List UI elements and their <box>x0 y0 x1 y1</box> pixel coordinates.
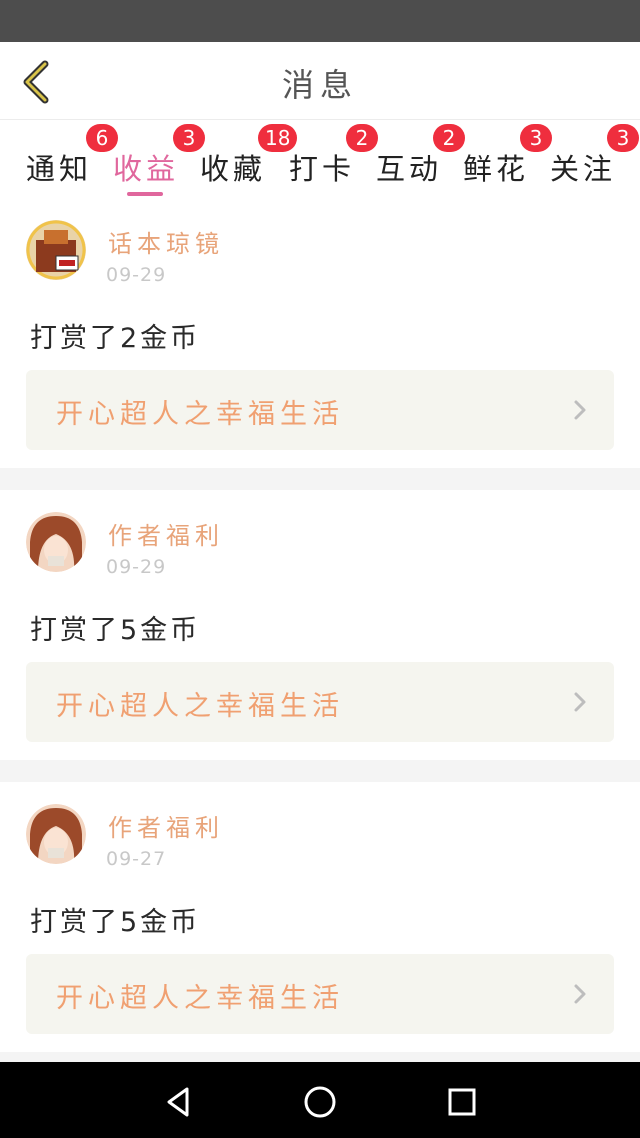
username[interactable]: 作者福利 <box>108 808 224 843</box>
list-item: 作者福利 09-29 打赏了5金币 开心超人之幸福生活 <box>0 490 640 760</box>
tab-label: 收藏 <box>200 152 267 186</box>
tab-label: 鲜花 <box>463 152 530 186</box>
timestamp: 09-29 <box>106 264 167 286</box>
count-badge: 3 <box>520 124 552 152</box>
tab-label: 通知 <box>26 152 93 186</box>
tab-label: 关注 <box>550 152 617 186</box>
book-link[interactable]: 开心超人之幸福生活 <box>26 370 614 450</box>
page-title: 消息 <box>281 66 358 104</box>
count-badge: 3 <box>607 124 639 152</box>
chevron-right-icon <box>574 984 586 1004</box>
tab-flowers[interactable]: 鲜花 3 <box>463 124 552 192</box>
tab-label: 互动 <box>376 152 443 186</box>
circle-home-icon <box>304 1086 336 1118</box>
tab-label: 打卡 <box>289 152 356 186</box>
message-text: 打赏了2金币 <box>30 323 201 354</box>
square-recents-icon <box>448 1088 476 1116</box>
list-item: 话本琼镜 09-29 打赏了2金币 开心超人之幸福生活 <box>0 198 640 468</box>
status-bar <box>0 0 640 42</box>
timestamp: 09-29 <box>106 556 167 578</box>
tab-interactions[interactable]: 互动 2 <box>376 124 465 192</box>
timestamp: 09-27 <box>106 848 167 870</box>
book-title: 开心超人之幸福生活 <box>56 983 344 1014</box>
book-link[interactable]: 开心超人之幸福生活 <box>26 954 614 1034</box>
list-item: 作者福利 09-27 打赏了5金币 开心超人之幸福生活 <box>0 782 640 1052</box>
tab-follows[interactable]: 关注 3 <box>550 124 639 192</box>
count-badge: 2 <box>433 124 465 152</box>
book-link[interactable]: 开心超人之幸福生活 <box>26 662 614 742</box>
avatar[interactable] <box>26 804 86 864</box>
message-list: 话本琼镜 09-29 打赏了2金币 开心超人之幸福生活 作者福利 09-29 打… <box>0 198 640 1074</box>
header: 消息 <box>0 42 640 120</box>
book-title: 开心超人之幸福生活 <box>56 691 344 722</box>
divider <box>0 468 640 490</box>
message-text: 打赏了5金币 <box>30 907 201 938</box>
nav-back-button[interactable] <box>158 1082 198 1122</box>
message-text: 打赏了5金币 <box>30 615 201 646</box>
tab-checkin[interactable]: 打卡 2 <box>289 124 378 192</box>
username[interactable]: 作者福利 <box>108 516 224 551</box>
nav-home-button[interactable] <box>300 1082 340 1122</box>
count-badge: 2 <box>346 124 378 152</box>
tab-favorites[interactable]: 收藏 18 <box>200 124 298 192</box>
nav-recents-button[interactable] <box>442 1082 482 1122</box>
username[interactable]: 话本琼镜 <box>108 224 224 259</box>
chevron-right-icon <box>574 692 586 712</box>
chevron-right-icon <box>574 400 586 420</box>
avatar[interactable] <box>26 512 86 572</box>
system-nav-bar <box>0 1062 640 1138</box>
book-title: 开心超人之幸福生活 <box>56 399 344 430</box>
active-tab-indicator <box>127 192 163 196</box>
avatar[interactable] <box>26 220 86 280</box>
tab-bar: 通知 6 收益 3 收藏 18 打卡 2 互动 2 鲜花 3 关注 3 <box>0 120 640 198</box>
tab-label: 收益 <box>113 152 180 186</box>
tab-earnings[interactable]: 收益 3 <box>113 124 205 196</box>
triangle-back-icon <box>167 1087 189 1117</box>
tab-notifications[interactable]: 通知 6 <box>26 124 118 192</box>
divider <box>0 760 640 782</box>
